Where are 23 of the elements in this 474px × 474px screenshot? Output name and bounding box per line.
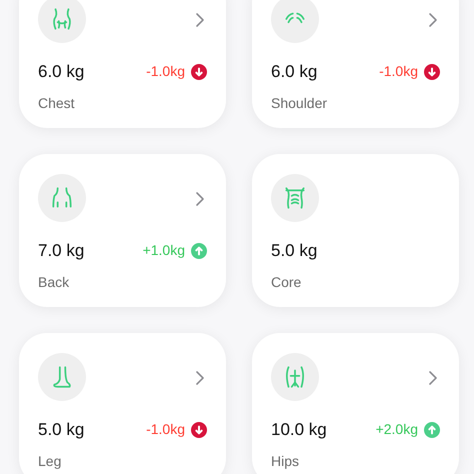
weight-change: -1.0kg bbox=[379, 62, 418, 82]
weight-value: 5.0 kg bbox=[271, 240, 318, 262]
muscle-name: Shoulder bbox=[271, 94, 328, 112]
muscle-name: Back bbox=[38, 272, 70, 292]
weight-value: 6.0 kg bbox=[38, 61, 84, 83]
weight-change: +1.0kg bbox=[142, 241, 185, 260]
weight-change: -1.0kg bbox=[146, 62, 185, 82]
muscle-name: Chest bbox=[38, 94, 76, 112]
muscle-card[interactable]: 6.0 kg -1.0kg Chest bbox=[19, 0, 226, 128]
weight-change: -1.0kg bbox=[146, 420, 185, 440]
muscle-card[interactable]: 6.0 kg -1.0kg Shoulder bbox=[252, 0, 459, 128]
muscle-card[interactable]: 10.0 kg +2.0kg Hips bbox=[252, 333, 459, 474]
muscle-card[interactable]: 5.0 kg Core bbox=[252, 154, 459, 307]
weight-value: 10.0 kg bbox=[271, 419, 327, 441]
weight-change: +2.0kg bbox=[376, 420, 418, 440]
muscle-name: Hips bbox=[271, 452, 300, 471]
muscle-name: Leg bbox=[38, 452, 62, 471]
muscle-name: Core bbox=[271, 272, 302, 292]
weight-value: 6.0 kg bbox=[271, 61, 318, 83]
muscle-card[interactable]: 5.0 kg -1.0kg Leg bbox=[19, 333, 226, 474]
muscle-card[interactable]: 7.0 kg +1.0kg Back bbox=[19, 154, 226, 307]
weight-value: 7.0 kg bbox=[38, 240, 84, 262]
weight-value: 5.0 kg bbox=[38, 419, 84, 441]
